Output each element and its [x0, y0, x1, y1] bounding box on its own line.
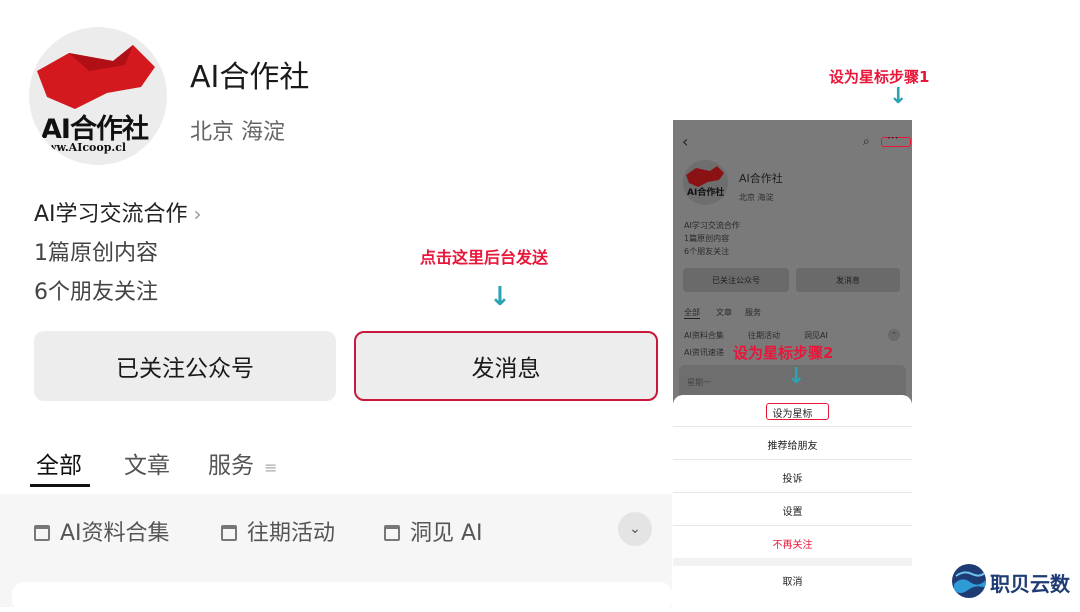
red-flag-logo: [686, 166, 724, 187]
folder-icon: [384, 525, 400, 541]
divider: [673, 459, 912, 460]
sheet-gap: [673, 558, 912, 566]
menu-settings[interactable]: 设置: [673, 503, 912, 518]
tab-articles[interactable]: 文章: [124, 446, 170, 480]
menu-unfollow[interactable]: 不再关注: [673, 536, 912, 551]
collection-label: AI资料合集: [60, 521, 170, 546]
folder-icon: [34, 525, 50, 541]
phone-account-name: AI合作社: [739, 172, 783, 185]
followers-count: 6个朋友关注: [34, 280, 158, 305]
phone-avatar: AI合作社: [683, 160, 728, 205]
collection-ai-materials[interactable]: AI资料合集: [34, 515, 170, 547]
avatar-url-text: ww.AIcoop.cl: [47, 141, 127, 154]
menu-cancel[interactable]: 取消: [673, 573, 912, 588]
collection-past-events[interactable]: 往期活动: [221, 515, 335, 547]
send-message-button[interactable]: 发消息: [354, 331, 658, 401]
arrow-down-icon: ↓: [489, 282, 511, 312]
account-category[interactable]: AI学习交流合作 ›: [34, 196, 202, 228]
divider: [673, 426, 912, 427]
account-name: AI合作社: [190, 60, 310, 95]
tab-all[interactable]: 全部: [36, 446, 82, 480]
phone-collection-2[interactable]: 往期活动: [748, 330, 780, 341]
phone-message-button[interactable]: 发消息: [796, 268, 900, 292]
avatar[interactable]: AI合作社 ww.AIcoop.cl: [29, 27, 167, 165]
phone-tab-all[interactable]: 全部: [684, 307, 700, 318]
followed-button[interactable]: 已关注公众号: [34, 331, 336, 401]
folder-icon: [221, 525, 237, 541]
phone-category: AI学习交流合作: [684, 221, 740, 230]
wave-icon: [954, 571, 986, 593]
watermark-text: 职贝云数: [990, 572, 1070, 596]
menu-recommend[interactable]: 推荐给朋友: [673, 437, 912, 452]
chevron-right-icon: ›: [193, 202, 202, 226]
phone-tab-articles[interactable]: 文章: [716, 307, 732, 318]
collection-label: 洞见 AI: [410, 521, 483, 546]
brand-globe-icon: [952, 564, 986, 598]
active-tab-indicator: [30, 484, 90, 487]
more-icon[interactable]: ···: [887, 131, 898, 145]
star-step2-annotation: 设为星标步骤2: [733, 344, 834, 362]
tab-services-label: 服务: [208, 453, 254, 479]
phone-chevron-up-icon[interactable]: ⌃: [888, 329, 900, 341]
phone-collection-4[interactable]: AI资讯速递: [684, 347, 724, 358]
divider: [673, 525, 912, 526]
phone-originals: 1篇原创内容: [684, 234, 730, 243]
star-step1-annotation: 设为星标步骤1: [829, 68, 930, 86]
phone-follow-button[interactable]: 已关注公众号: [683, 268, 789, 292]
phone-collection-1[interactable]: AI资料合集: [684, 330, 724, 341]
chevron-down-icon[interactable]: ⌄: [618, 512, 652, 546]
tab-services[interactable]: 服务 ≡: [208, 446, 277, 480]
phone-avatar-text: AI合作社: [687, 188, 725, 198]
menu-icon: ≡: [264, 458, 278, 477]
collection-insight-ai[interactable]: 洞见 AI: [384, 515, 483, 547]
send-hint-annotation: 点击这里后台发送: [420, 248, 549, 267]
account-location: 北京 海淀: [190, 120, 285, 145]
arrow-down-icon: ↓: [889, 84, 908, 109]
search-icon[interactable]: ⌕: [863, 134, 870, 149]
action-sheet: 设为星标 推荐给朋友 投诉 设置 不再关注 取消: [673, 395, 912, 600]
menu-set-star[interactable]: 设为星标: [673, 405, 912, 420]
arrow-down-icon: ↓: [787, 364, 806, 389]
phone-tab-services[interactable]: 服务: [745, 307, 761, 318]
profile-panel: AI合作社 ww.AIcoop.cl AI合作社 北京 海淀 AI学习交流合作 ›…: [0, 0, 672, 612]
category-label: AI学习交流合作: [34, 202, 188, 227]
divider: [673, 492, 912, 493]
phone-weekday: 星期一: [687, 378, 711, 387]
back-icon[interactable]: ‹: [682, 132, 688, 151]
phone-collection-3[interactable]: 洞见AI: [804, 330, 828, 341]
phone-account-location: 北京 海淀: [739, 193, 774, 202]
originals-count: 1篇原创内容: [34, 241, 158, 266]
content-card: [12, 582, 672, 612]
collection-label: 往期活动: [247, 521, 336, 546]
menu-complain[interactable]: 投诉: [673, 470, 912, 485]
phone-tab-indicator: [684, 318, 700, 319]
phone-followers: 6个朋友关注: [684, 247, 730, 256]
